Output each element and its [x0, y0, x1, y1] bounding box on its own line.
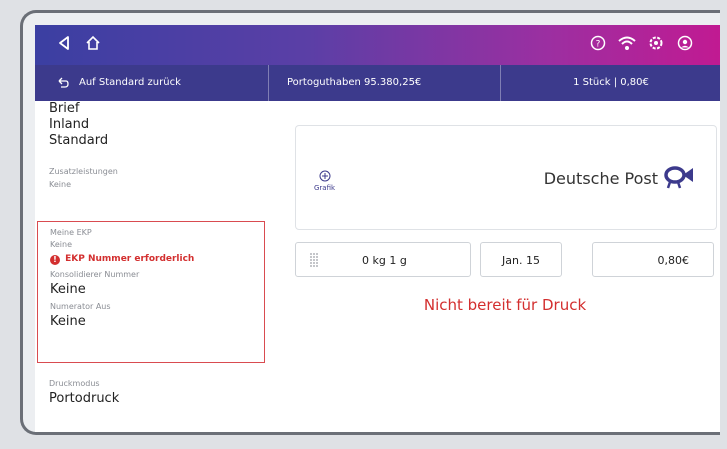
ekp-value: Keine: [50, 240, 72, 249]
add-graphic-button[interactable]: Grafik: [314, 170, 335, 192]
account-icon[interactable]: [677, 35, 693, 56]
print-status-message: Nicht bereit für Druck: [423, 296, 587, 314]
wifi-icon[interactable]: [618, 35, 636, 56]
sidebar: Brief Inland Standard Zusatzleistungen K…: [35, 101, 268, 432]
ekp-error: ! EKP Nummer erforderlich: [50, 254, 194, 265]
reset-label: Auf Standard zurück: [79, 77, 181, 88]
print-mode-label: Druckmodus: [49, 379, 100, 388]
main-area: Grafik Deutsche Post 0 kg 1 g Jan. 15 0,…: [267, 101, 720, 432]
ekp-label: Meine EKP: [50, 228, 92, 237]
reset-to-default-button[interactable]: Auf Standard zurück: [35, 65, 269, 101]
balance-label: Portoguthaben 95.380,25€: [287, 77, 422, 88]
back-arrow-icon[interactable]: [57, 35, 71, 56]
ekp-error-text: EKP Nummer erforderlich: [65, 254, 195, 264]
weight-field[interactable]: 0 kg 1 g: [295, 242, 471, 277]
stamp-preview-card: Grafik Deutsche Post: [295, 125, 717, 230]
settings-icon[interactable]: [648, 35, 664, 56]
additional-services-label: Zusatzleistungen: [49, 167, 118, 176]
home-icon[interactable]: [85, 35, 101, 56]
top-bar: ?: [35, 25, 720, 65]
price-field[interactable]: 0,80€: [592, 242, 714, 277]
date-value: Jan. 15: [502, 254, 540, 267]
price-value: 0,80€: [657, 254, 690, 267]
scale-icon: [308, 243, 320, 292]
graphic-label: Grafik: [314, 184, 336, 192]
svg-text:?: ?: [596, 40, 601, 50]
product-line-2: Inland: [49, 117, 90, 132]
weight-value: 0 kg 1 g: [362, 254, 407, 267]
product-line-3: Standard: [49, 133, 109, 148]
screen: ? Auf Standard zurück Portoguthaben 95.3…: [35, 25, 720, 432]
brand-name: Deutsche Post: [543, 169, 658, 188]
additional-services-value: Keine: [49, 180, 71, 189]
help-icon[interactable]: ?: [590, 35, 606, 56]
print-mode-value: Portodruck: [49, 391, 120, 406]
count-label: 1 Stück | 0,80€: [573, 77, 649, 88]
numerator-value: Keine: [50, 314, 86, 329]
posthorn-logo: [662, 164, 696, 194]
error-icon: !: [50, 255, 60, 265]
product-line-1: Brief: [49, 101, 80, 116]
ekp-section[interactable]: Meine EKP Keine ! EKP Nummer erforderlic…: [37, 221, 265, 363]
add-graphic-icon: [319, 170, 331, 182]
consolidator-label: Konsolidierer Nummer: [50, 270, 140, 279]
device-frame: ? Auf Standard zurück Portoguthaben 95.3…: [20, 10, 720, 435]
balance-display: Portoguthaben 95.380,25€: [269, 65, 501, 101]
date-field[interactable]: Jan. 15: [480, 242, 562, 277]
numerator-label: Numerator Aus: [50, 302, 111, 311]
status-bar: Auf Standard zurück Portoguthaben 95.380…: [35, 65, 720, 101]
consolidator-value: Keine: [50, 282, 86, 297]
count-display: 1 Stück | 0,80€: [501, 65, 720, 101]
